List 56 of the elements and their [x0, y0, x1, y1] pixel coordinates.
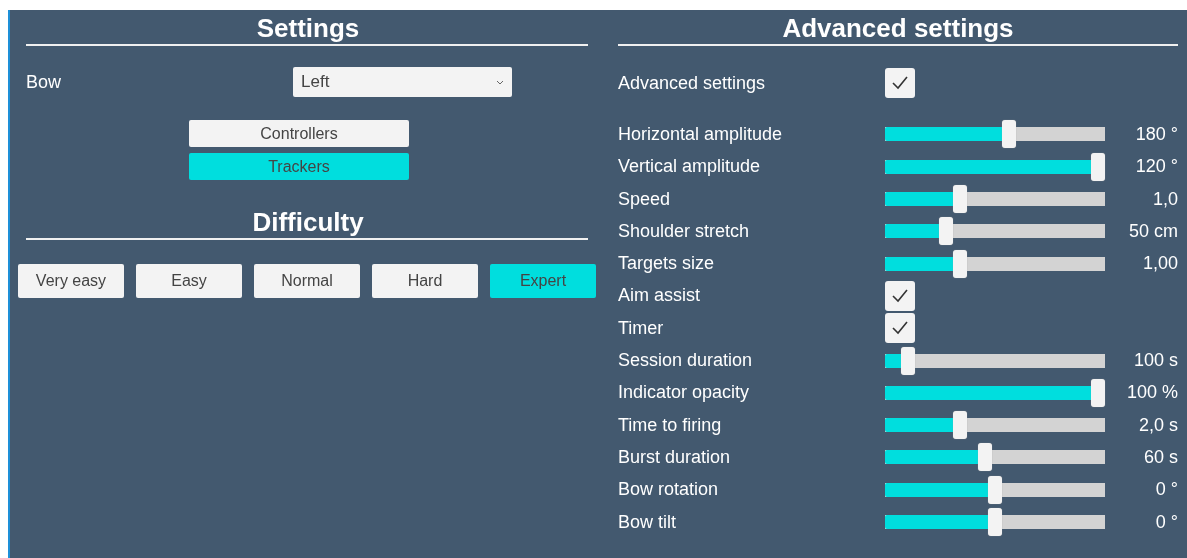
setting-label: Horizontal amplitude [618, 123, 784, 145]
setting-label: Vertical amplitude [618, 156, 762, 178]
slider-thumb[interactable] [952, 249, 967, 278]
slider-thumb[interactable] [938, 217, 953, 246]
value-reading: 100 % [1126, 382, 1178, 404]
section-title: Settings [255, 12, 361, 44]
checkmark-icon [892, 76, 908, 91]
setting-label: Time to firing [618, 414, 723, 436]
value-reading: 60 s [1143, 446, 1178, 468]
checkbox[interactable] [885, 313, 915, 344]
value-reading: 1,00 [1142, 253, 1178, 275]
setting-label: Timer [618, 317, 665, 339]
mode-button[interactable]: Controllers [189, 120, 409, 147]
checkmark-icon [892, 288, 908, 303]
slider-thumb[interactable] [977, 443, 992, 472]
value-reading: 1,0 [1152, 188, 1178, 210]
value-reading: 2,0 s [1138, 414, 1178, 436]
slider-thumb[interactable] [952, 411, 967, 440]
setting-label: Bow tilt [618, 511, 678, 533]
difficulty-button[interactable]: Expert [490, 264, 596, 298]
slider-thumb[interactable] [1091, 152, 1105, 181]
setting-label: Session duration [618, 350, 754, 371]
bow-dropdown[interactable]: Left [293, 67, 512, 97]
difficulty-button[interactable]: Easy [136, 264, 242, 298]
dropdown-value: Left [301, 72, 330, 92]
section-title: Difficulty [251, 206, 365, 238]
checkbox[interactable] [885, 280, 915, 311]
setting-label: Aim assist [618, 285, 701, 307]
setting-label: Speed [618, 188, 672, 210]
setting-label: Shoulder stretch [618, 220, 751, 242]
chevron-down-icon [496, 79, 504, 85]
value-reading: 100 s [1133, 350, 1178, 371]
setting-label: Targets size [618, 253, 716, 275]
setting-label: Indicator opacity [618, 382, 751, 404]
slider-thumb[interactable] [1002, 120, 1017, 149]
checkbox[interactable] [885, 68, 915, 99]
slider-thumb[interactable] [952, 185, 967, 214]
setting-label: Burst duration [618, 446, 732, 468]
difficulty-button[interactable]: Hard [372, 264, 478, 298]
bow-label: Bow [26, 71, 62, 93]
difficulty-button[interactable]: Normal [254, 264, 360, 298]
checkmark-icon [892, 321, 908, 336]
value-reading: 0 ° [1155, 479, 1178, 501]
slider-thumb[interactable] [1091, 378, 1105, 407]
slider-thumb[interactable] [988, 508, 1002, 536]
value-reading: 120 ° [1135, 156, 1178, 178]
setting-label: Bow rotation [618, 479, 720, 501]
slider-thumb[interactable] [988, 475, 1002, 504]
difficulty-button[interactable]: Very easy [18, 264, 124, 298]
value-reading: 0 ° [1155, 511, 1178, 533]
value-reading: 180 ° [1135, 123, 1178, 145]
slider-thumb[interactable] [901, 346, 916, 375]
value-reading: 50 cm [1128, 220, 1178, 242]
setting-label: Advanced settings [618, 72, 767, 94]
section-title: Advanced settings [781, 12, 1015, 44]
mode-button[interactable]: Trackers [189, 153, 409, 180]
